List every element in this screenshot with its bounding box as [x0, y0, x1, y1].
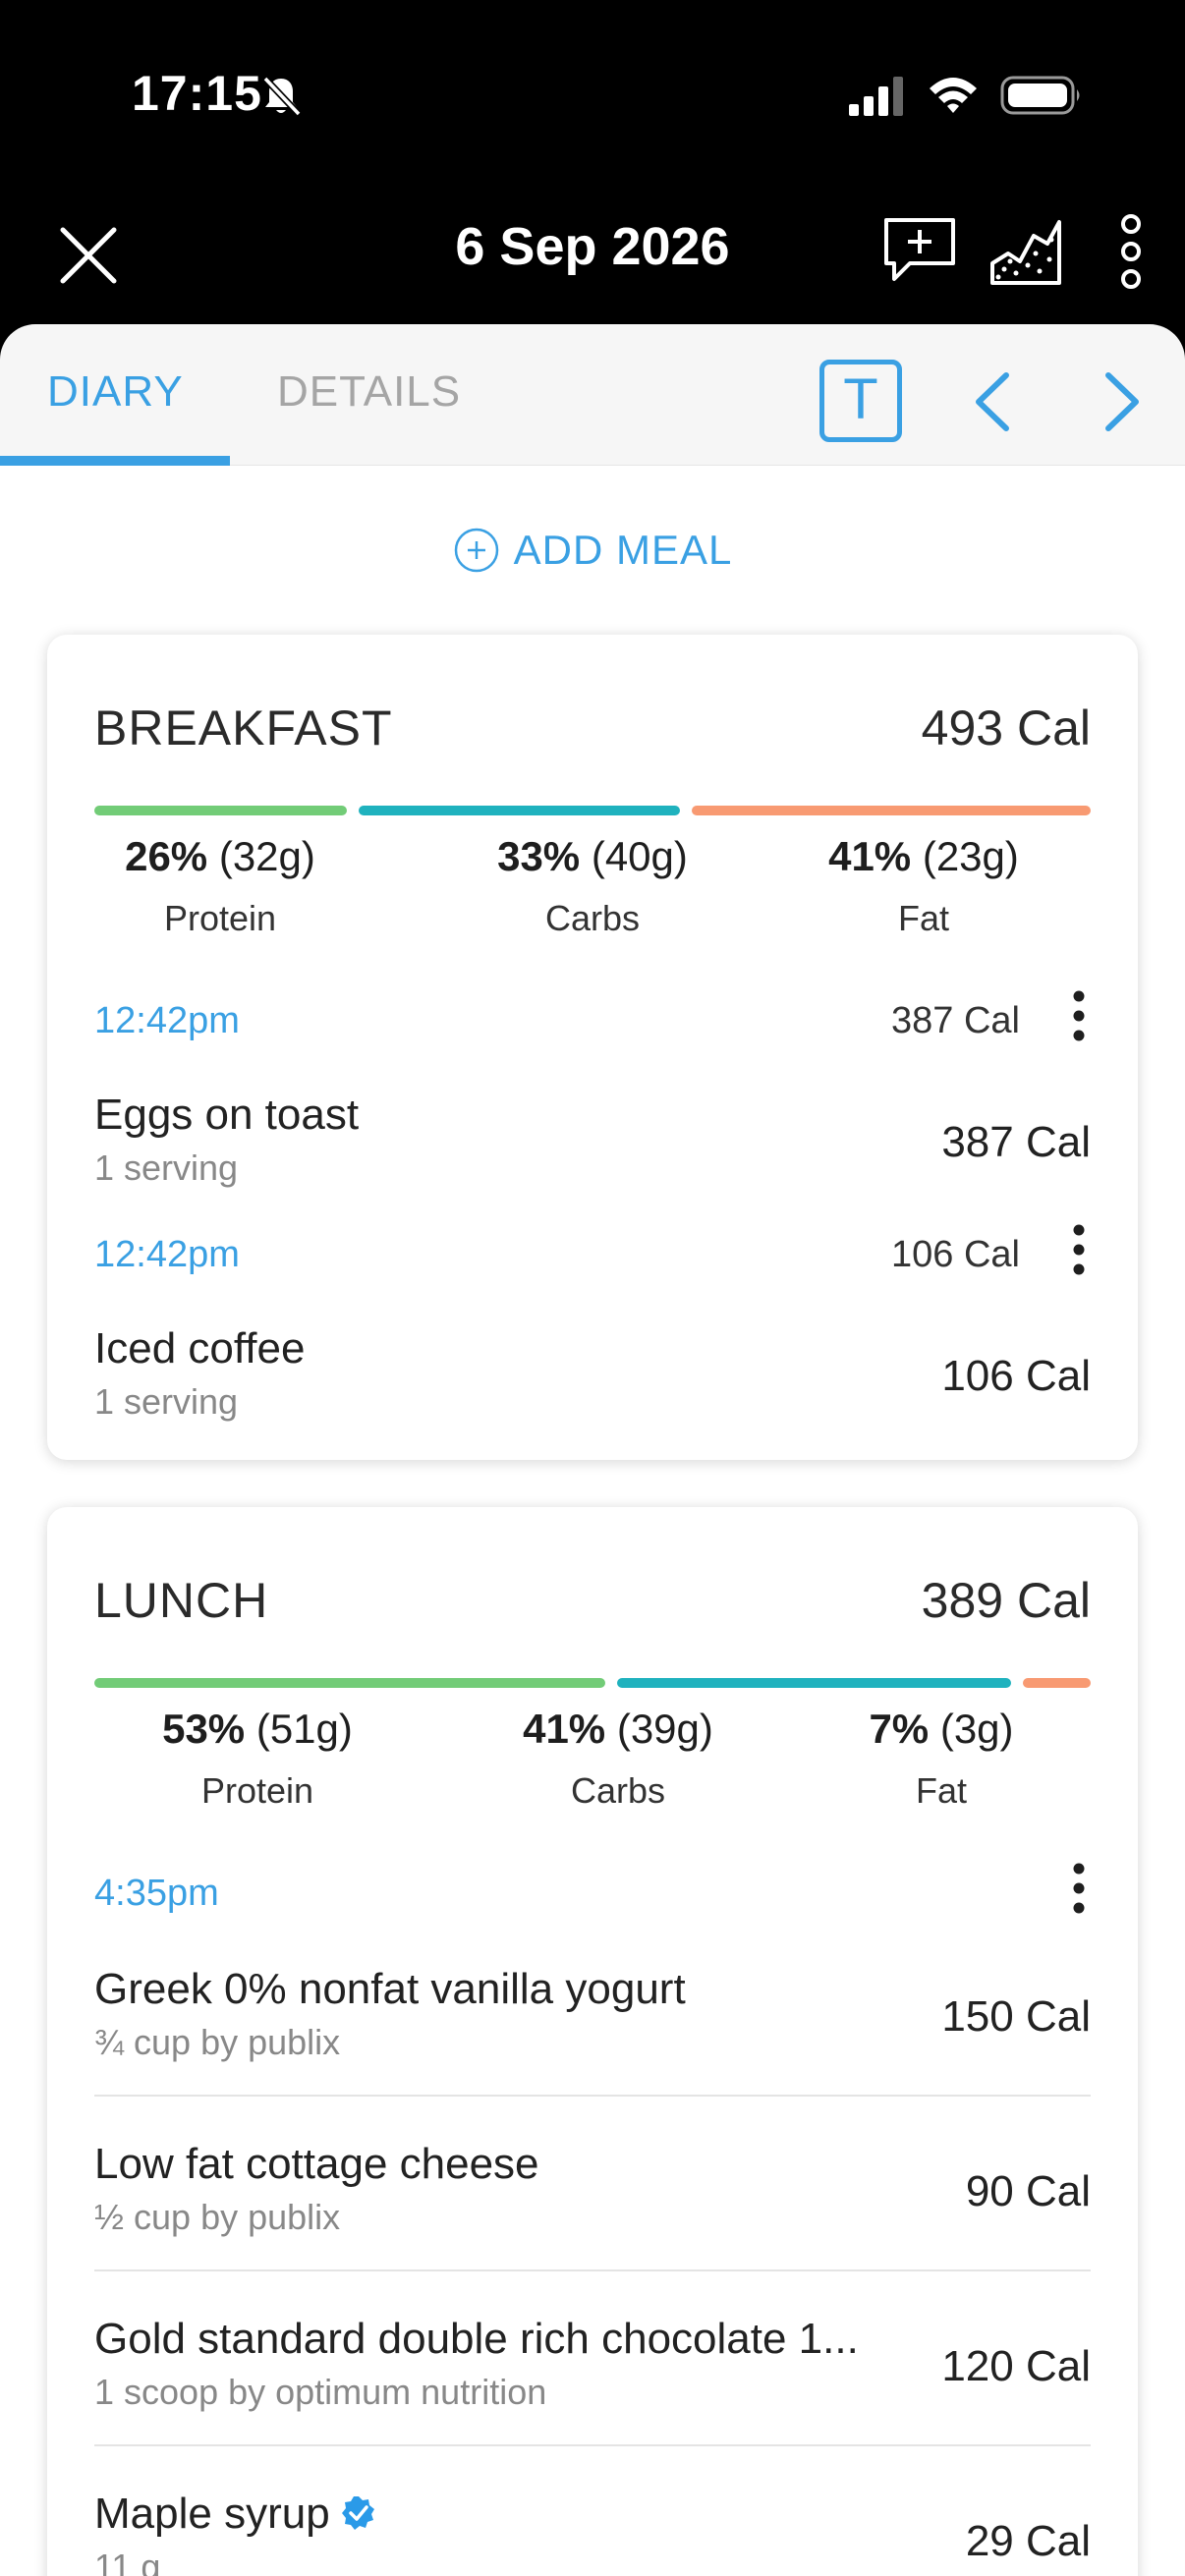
food-name: Eggs on toast [94, 1091, 360, 1139]
food-name: Gold standard double rich chocolate 1... [94, 2315, 859, 2363]
food-name: Greek 0% nonfat vanilla yogurt [94, 1965, 686, 2013]
add-circle-icon [454, 528, 498, 573]
macro-percent: 26% [125, 833, 208, 879]
food-name: Low fat cottage cheese [94, 2140, 539, 2188]
carbs-bar [616, 1678, 1012, 1688]
meal-card-lunch[interactable]: LUNCH 389 Cal 53% (51g) Protein 41% (39g… [47, 1507, 1138, 2576]
macro-percent: 7% [869, 1706, 930, 1752]
macro-fat: 7% (3g) Fat [804, 1706, 1079, 1812]
divider [94, 2444, 1091, 2446]
macro-grams: (3g) [939, 1706, 1014, 1752]
macro-grams: (51g) [255, 1706, 353, 1752]
more-vertical-icon[interactable] [1067, 1859, 1091, 1918]
tab-bar: DIARY DETAILS T [0, 324, 1185, 466]
app-header: 6 Sep 2026 [0, 187, 1185, 324]
macro-grams: (23g) [922, 833, 1019, 879]
macro-carbs: 33% (40g) Carbs [455, 833, 730, 939]
battery-icon [1000, 76, 1080, 115]
food-calories: 120 Cal [941, 2342, 1091, 2390]
food-serving: 11 g [94, 2547, 161, 2576]
macro-percent: 53% [162, 1706, 246, 1752]
macro-grams: (40g) [591, 833, 688, 879]
macro-grams: (32g) [218, 833, 315, 879]
macro-name: Fat [897, 898, 949, 938]
entry-time[interactable]: 12:42pm [94, 1000, 240, 1042]
macro-name: Protein [200, 1770, 314, 1811]
food-serving: ½ cup by publix [94, 2197, 341, 2237]
macro-fat: 41% (23g) Fat [786, 833, 1061, 939]
macro-percent: 41% [523, 1706, 606, 1752]
macro-protein: 53% (51g) Protein [120, 1706, 395, 1812]
status-time: 17:15 [132, 66, 262, 121]
food-serving: 1 scoop by optimum nutrition [94, 2372, 547, 2412]
food-serving: 1 serving [94, 1148, 239, 1188]
food-serving: ¾ cup by publix [94, 2022, 341, 2062]
tab-diary[interactable]: DIARY [47, 367, 184, 417]
text-mode-button[interactable]: T [819, 360, 902, 442]
meal-calories: 493 Cal [921, 700, 1091, 756]
meal-calories: 389 Cal [921, 1573, 1091, 1628]
food-serving: 1 serving [94, 1381, 239, 1422]
food-name: Iced coffee [94, 1324, 306, 1372]
food-calories: 150 Cal [941, 1992, 1091, 2041]
signal-icon [849, 77, 903, 116]
macro-grams: (39g) [616, 1706, 713, 1752]
protein-bar [94, 1678, 605, 1688]
meal-title: BREAKFAST [94, 700, 393, 756]
verified-badge-icon [341, 2496, 374, 2530]
macro-name: Protein [163, 898, 277, 938]
macro-carbs: 41% (39g) Carbs [480, 1706, 756, 1812]
bell-off-icon [262, 76, 302, 117]
status-bar: 17:15 [0, 0, 1185, 187]
add-meal-label: ADD MEAL [513, 527, 733, 573]
entry-time[interactable]: 12:42pm [94, 1234, 240, 1276]
wifi-icon [930, 78, 977, 113]
macro-name: Carbs [544, 898, 641, 938]
entry-calories: 387 Cal [891, 1000, 1020, 1041]
macro-name: Carbs [570, 1770, 666, 1811]
tab-details[interactable]: DETAILS [277, 367, 461, 417]
entry-time[interactable]: 4:35pm [94, 1873, 219, 1915]
food-name-row: Maple syrup [94, 2490, 377, 2539]
macro-name: Fat [915, 1770, 967, 1811]
add-meal-button[interactable]: ADD MEAL [0, 527, 1185, 574]
active-tab-indicator [0, 456, 230, 466]
entry-calories: 106 Cal [891, 1234, 1020, 1275]
meal-title: LUNCH [94, 1573, 269, 1628]
fat-bar [1023, 1678, 1091, 1688]
food-calories: 29 Cal [965, 2517, 1091, 2565]
chevron-right-icon[interactable] [1093, 367, 1152, 436]
food-calories: 387 Cal [941, 1118, 1091, 1166]
divider [94, 2269, 1091, 2271]
diary-content[interactable]: ADD MEAL BREAKFAST 493 Cal 26% (32g) Pro… [0, 466, 1185, 2576]
meal-card-breakfast[interactable]: BREAKFAST 493 Cal 26% (32g) Protein 33% … [47, 635, 1138, 1460]
protein-bar [94, 806, 348, 815]
fat-bar [692, 806, 1091, 815]
macro-percent: 33% [497, 833, 581, 879]
area-chart-icon[interactable] [987, 214, 1065, 285]
carbs-bar [359, 806, 681, 815]
food-calories: 90 Cal [965, 2167, 1091, 2215]
food-name: Maple syrup [94, 2490, 330, 2538]
chevron-left-icon[interactable] [963, 367, 1022, 436]
more-vertical-icon[interactable] [1102, 210, 1159, 293]
food-calories: 106 Cal [941, 1352, 1091, 1400]
macro-protein: 26% (32g) Protein [83, 833, 358, 939]
more-vertical-icon[interactable] [1067, 1220, 1091, 1279]
macro-percent: 41% [828, 833, 912, 879]
divider [94, 2095, 1091, 2097]
add-comment-icon[interactable] [880, 214, 959, 285]
more-vertical-icon[interactable] [1067, 986, 1091, 1045]
